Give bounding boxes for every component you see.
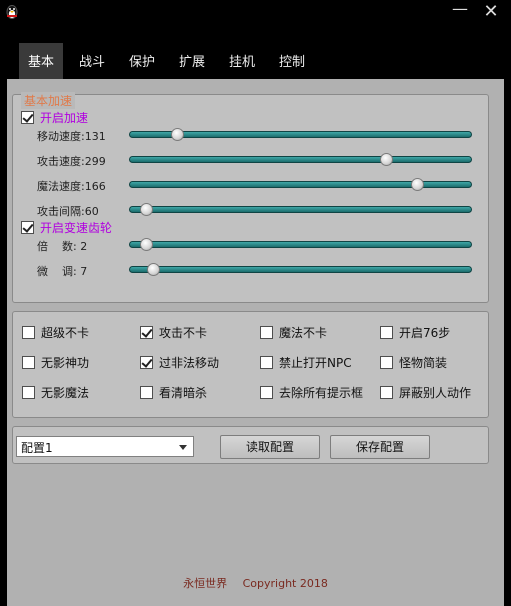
basic-speed-group: 基本加速 开启加速 移动速度:131 攻击速度:299 魔法速度:166 攻击间… — [12, 92, 489, 303]
option-checkbox[interactable]: 开启76步 — [380, 324, 450, 341]
speed-enable-label: 开启加速 — [40, 111, 89, 125]
footer-brand: 永恒世界 — [183, 577, 228, 590]
slider-thumb[interactable] — [380, 153, 394, 166]
gear-enable-checkbox[interactable]: 开启变速齿轮 — [21, 219, 112, 236]
speed-enable-box[interactable] — [21, 111, 34, 124]
speed-enable-checkbox[interactable]: 开启加速 — [21, 109, 88, 126]
option-checkbox[interactable]: 去除所有提示框 — [260, 384, 363, 401]
move-speed-label: 移动速度:131 — [37, 130, 106, 143]
multiplier-label: 倍 数: 2 — [37, 240, 88, 253]
footer: 永恒世界 Copyright 2018 — [0, 575, 511, 591]
option-checkbox[interactable]: 屏蔽别人动作 — [380, 384, 471, 401]
chevron-down-icon[interactable] — [179, 445, 187, 450]
footer-copyright: Copyright 2018 — [242, 577, 328, 590]
penguin-icon — [6, 5, 18, 19]
tab-control[interactable]: 控制 — [270, 43, 314, 79]
multiplier-slider[interactable] — [129, 238, 472, 252]
attack-interval-slider[interactable] — [129, 203, 472, 217]
slider-thumb[interactable] — [171, 128, 185, 141]
option-checkbox[interactable]: 禁止打开NPC — [260, 354, 352, 371]
config-select-value: 配置1 — [21, 441, 53, 455]
read-config-button[interactable]: 读取配置 — [220, 435, 320, 459]
tab-protect[interactable]: 保护 — [120, 43, 164, 79]
basic-speed-title: 基本加速 — [21, 92, 76, 109]
minimize-button[interactable]: — — [449, 0, 471, 20]
slider-thumb[interactable] — [140, 203, 154, 216]
slider-thumb[interactable] — [140, 238, 154, 251]
fine-tune-label: 微 调: 7 — [37, 265, 88, 278]
gear-enable-box[interactable] — [21, 221, 34, 234]
option-checkbox[interactable]: 看清暗杀 — [140, 384, 207, 401]
move-speed-slider[interactable] — [129, 128, 472, 142]
option-checkbox[interactable]: 攻击不卡 — [140, 324, 207, 341]
attack-interval-label: 攻击间隔:60 — [37, 205, 99, 218]
magic-speed-slider[interactable] — [129, 178, 472, 192]
tab-bar: 基本 战斗 保护 扩展 挂机 控制 — [0, 25, 511, 79]
option-checkbox[interactable]: 无影魔法 — [22, 384, 89, 401]
option-checkbox[interactable]: 无影神功 — [22, 354, 89, 371]
save-config-button[interactable]: 保存配置 — [330, 435, 430, 459]
magic-speed-label: 魔法速度:166 — [37, 180, 106, 193]
gear-enable-label: 开启变速齿轮 — [40, 221, 113, 235]
title-bar: — ✕ — [0, 0, 511, 25]
close-button[interactable]: ✕ — [480, 1, 502, 23]
tab-basic[interactable]: 基本 — [19, 43, 63, 79]
config-select[interactable]: 配置1 — [16, 436, 194, 457]
slider-thumb[interactable] — [411, 178, 425, 191]
attack-speed-slider[interactable] — [129, 153, 472, 167]
options-group: 超级不卡 攻击不卡 魔法不卡 开启76步 无影神功 过非法移动 禁止打开NPC — [12, 311, 489, 418]
option-checkbox[interactable]: 过非法移动 — [140, 354, 219, 371]
slider-thumb[interactable] — [147, 263, 160, 276]
option-checkbox[interactable]: 怪物简装 — [380, 354, 447, 371]
option-checkbox[interactable]: 超级不卡 — [22, 324, 89, 341]
option-checkbox[interactable]: 魔法不卡 — [260, 324, 327, 341]
client-area: 基本加速 开启加速 移动速度:131 攻击速度:299 魔法速度:166 攻击间… — [0, 79, 511, 606]
attack-speed-label: 攻击速度:299 — [37, 155, 106, 168]
fine-tune-slider[interactable] — [129, 263, 472, 277]
tab-combat[interactable]: 战斗 — [70, 43, 114, 79]
tab-extend[interactable]: 扩展 — [170, 43, 214, 79]
tab-afk[interactable]: 挂机 — [220, 43, 264, 79]
